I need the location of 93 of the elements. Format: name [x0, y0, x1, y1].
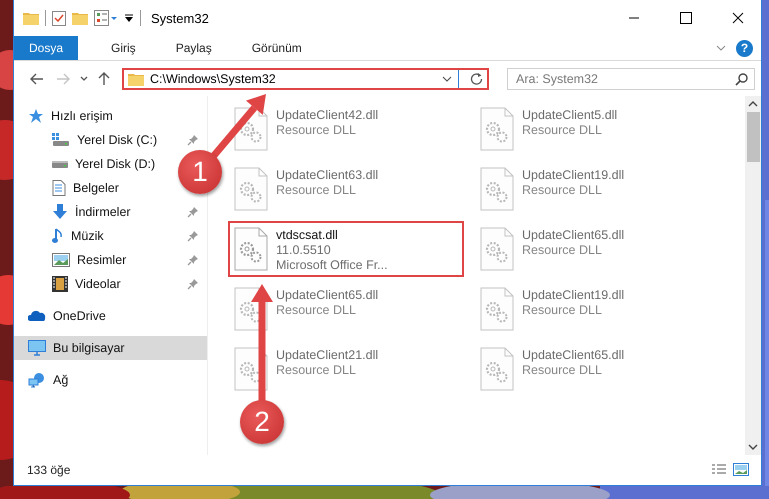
- file-name: UpdateClient65.dll: [522, 228, 624, 242]
- star-icon: [28, 108, 44, 124]
- search-icon: [735, 72, 748, 86]
- sidebar-item[interactable]: OneDrive: [14, 304, 114, 328]
- ribbon-tab[interactable]: Giriş: [96, 36, 151, 60]
- scrollbar[interactable]: [745, 96, 761, 455]
- sidebar-item[interactable]: Belgeler: [14, 176, 127, 200]
- arrow: [210, 94, 266, 159]
- file-item[interactable]: UpdateClient21.dll Resource DLL: [228, 341, 464, 397]
- file-item[interactable]: UpdateClient42.dll Resource DLL: [228, 101, 464, 157]
- refresh-icon: [470, 72, 482, 85]
- file-detail: Resource DLL: [276, 363, 357, 377]
- help-button[interactable]: ?: [736, 40, 753, 56]
- drive-icon: [52, 160, 68, 168]
- file-detail: Microsoft Office Fr...: [276, 258, 388, 272]
- sidebar-item[interactable]: Yerel Disk (C:): [14, 128, 207, 152]
- customize-caret-icon: [124, 13, 134, 23]
- file-detail: Resource DLL: [276, 123, 357, 137]
- sidebar-item[interactable]: Videolar: [14, 272, 207, 296]
- file-detail: Resource DLL: [522, 363, 603, 377]
- file-item[interactable]: UpdateClient63.dll Resource DLL: [228, 161, 464, 217]
- file-item[interactable]: vtdscsat.dll 11.0.5510 Microsoft Office Fr...: [228, 221, 464, 277]
- ribbon-tab[interactable]: Paylaş: [160, 36, 227, 60]
- download-arrow-icon: [52, 204, 68, 220]
- file-name: UpdateClient42.dll: [276, 108, 378, 122]
- search-field[interactable]: Ara: System32: [507, 68, 755, 90]
- gear-file-icon: [234, 227, 268, 271]
- file-detail: Resource DLL: [522, 123, 603, 137]
- window-title: System32: [151, 10, 209, 26]
- address-path: C:\Windows\System32: [150, 72, 277, 86]
- film-icon: [52, 276, 68, 292]
- ribbon-tab[interactable]: Görünüm: [236, 36, 317, 60]
- sidebar-item[interactable]: İndirmeler: [14, 200, 207, 224]
- address-bar[interactable]: C:\Windows\System32: [122, 68, 489, 90]
- folder-icon: [72, 11, 88, 25]
- sidebar-item[interactable]: Hızlı erişim: [14, 104, 121, 128]
- file-detail: Resource DLL: [522, 303, 603, 317]
- back-arrow-icon: [30, 72, 44, 84]
- folder-icon: [23, 11, 39, 25]
- gear-file-icon: [480, 347, 514, 391]
- music-note-icon: [52, 228, 64, 244]
- up-arrow-icon: [98, 72, 110, 86]
- monitor-icon: [28, 340, 46, 356]
- cloud-icon: [28, 310, 46, 322]
- sidebar-item[interactable]: Ağ: [14, 368, 76, 392]
- file-item[interactable]: UpdateClient19.dll Resource DLL: [474, 161, 710, 217]
- pin-icon[interactable]: [187, 206, 199, 218]
- picture-icon: [52, 253, 70, 267]
- file-name: UpdateClient63.dll: [276, 168, 378, 182]
- ribbon-tab[interactable]: Dosya: [14, 36, 78, 60]
- pin-icon[interactable]: [187, 230, 199, 242]
- document-icon: [52, 180, 66, 196]
- drive-icon: [52, 132, 70, 148]
- file-name: UpdateClient21.dll: [276, 348, 378, 362]
- gear-file-icon: [480, 167, 514, 211]
- gear-file-icon: [480, 107, 514, 151]
- file-item[interactable]: UpdateClient19.dll Resource DLL: [474, 281, 710, 337]
- network-icon: [28, 372, 46, 388]
- sidebar-item[interactable]: Bu bilgisayar: [14, 336, 207, 360]
- sidebar-item[interactable]: Müzik: [14, 224, 207, 248]
- sidebar-item[interactable]: Yerel Disk (D:): [14, 152, 164, 176]
- forward-arrow-icon: [56, 72, 70, 84]
- gear-file-icon: [480, 227, 514, 271]
- recent-locations-caret-icon: [80, 76, 88, 82]
- checklist-icon: [52, 10, 66, 26]
- file-item[interactable]: UpdateClient65.dll Resource DLL: [474, 341, 710, 397]
- gear-file-icon: [480, 287, 514, 331]
- item-count: 133 öğe: [27, 463, 70, 477]
- file-name: UpdateClient19.dll: [522, 168, 624, 182]
- file-detail: Resource DLL: [276, 303, 357, 317]
- close-icon: [732, 12, 744, 24]
- file-name: UpdateClient5.dll: [522, 108, 618, 122]
- large-icons-view-icon[interactable]: [733, 463, 749, 477]
- file-name: UpdateClient19.dll: [522, 288, 624, 302]
- scrollbar-thumb[interactable]: [746, 112, 760, 162]
- pin-icon[interactable]: [187, 134, 199, 146]
- gear-file-icon: [234, 167, 268, 211]
- properties-icon: [94, 10, 118, 26]
- file-item[interactable]: UpdateClient5.dll Resource DLL: [474, 101, 710, 157]
- file-item[interactable]: UpdateClient65.dll Resource DLL: [474, 221, 710, 277]
- file-detail: Resource DLL: [522, 243, 603, 257]
- file-detail: Resource DLL: [276, 183, 357, 197]
- chevron-down-icon[interactable]: [442, 76, 452, 82]
- file-name: UpdateClient65.dll: [276, 288, 378, 302]
- file-name: UpdateClient65.dll: [522, 348, 624, 362]
- file-detail: Resource DLL: [522, 183, 603, 197]
- pin-icon[interactable]: [187, 254, 199, 266]
- sidebar-item[interactable]: Resimler: [14, 248, 207, 272]
- maximize-icon: [680, 12, 692, 24]
- file-name: vtdscsat.dll: [276, 228, 339, 242]
- pin-icon[interactable]: [187, 278, 199, 290]
- file-detail: 11.0.5510: [276, 243, 332, 257]
- folder-icon: [128, 72, 144, 86]
